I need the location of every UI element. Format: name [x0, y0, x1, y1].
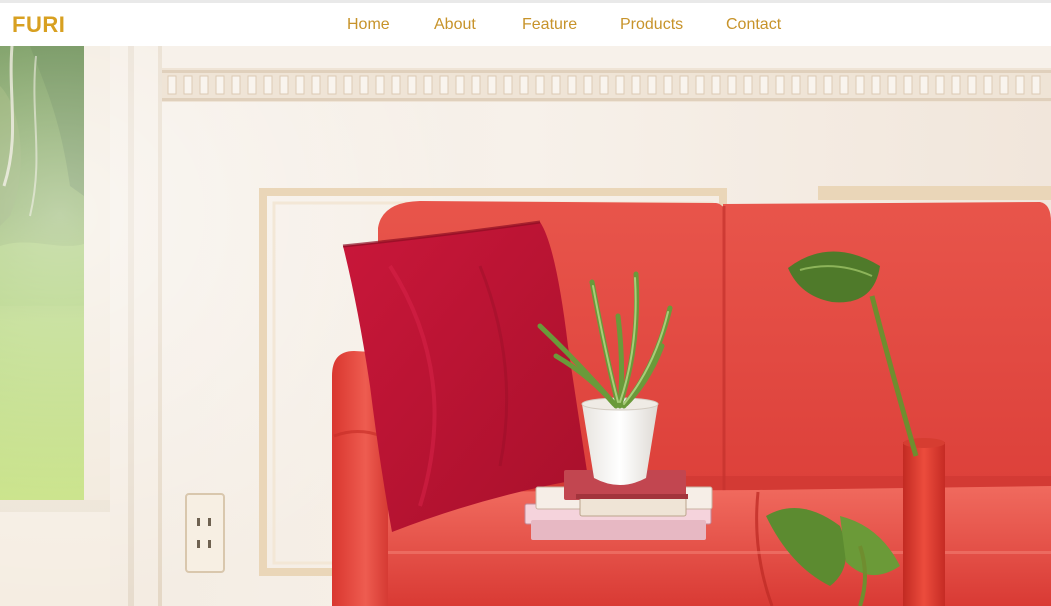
main-nav: Home About Feature Products Contact — [0, 15, 1051, 37]
hero-banner — [0, 46, 1051, 606]
nav-link-contact[interactable]: Contact — [726, 15, 781, 35]
hero-image — [0, 46, 1051, 606]
page: FURI Home About Feature Products Contact — [0, 0, 1051, 606]
nav-link-products[interactable]: Products — [620, 15, 683, 35]
nav-link-about[interactable]: About — [434, 15, 476, 35]
nav-link-feature[interactable]: Feature — [522, 15, 577, 35]
nav-link-home[interactable]: Home — [347, 15, 390, 35]
top-navbar: FURI Home About Feature Products Contact — [0, 0, 1051, 46]
